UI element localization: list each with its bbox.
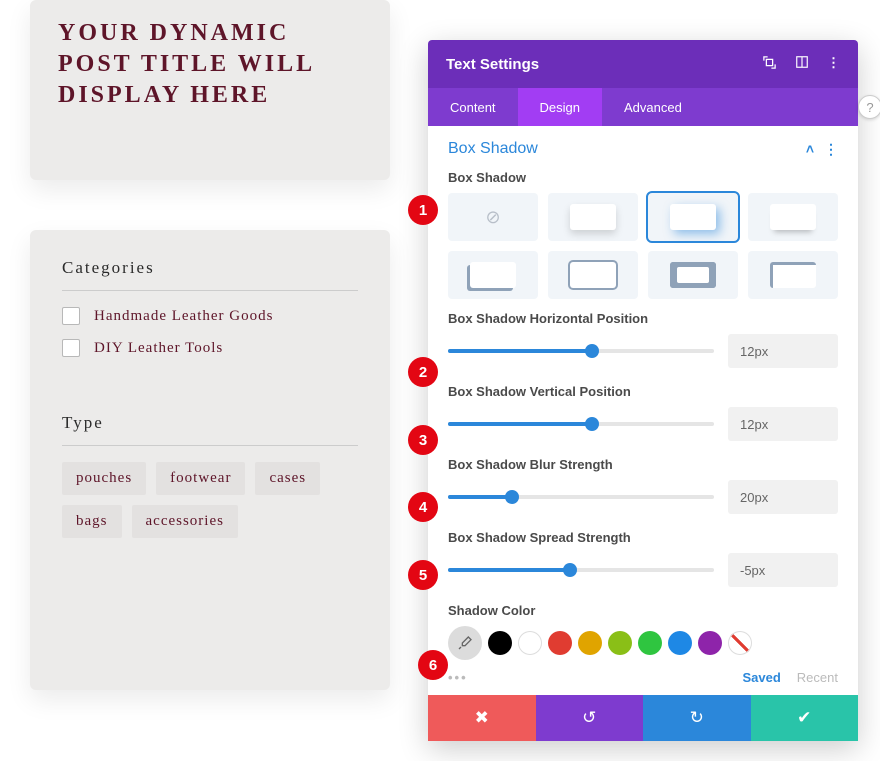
chevron-up-icon[interactable]: ˄	[806, 141, 814, 157]
more-icon[interactable]: •••	[448, 670, 468, 685]
sidebar-card: Categories Handmade Leather Goods DIY Le…	[30, 230, 390, 690]
preset-grid: ⊘	[448, 193, 838, 299]
none-icon: ⊘	[485, 207, 500, 228]
tag-list: pouches footwear cases bags accessories	[62, 462, 358, 538]
annotation-badge: 6	[418, 650, 448, 680]
tab-content[interactable]: Content	[428, 88, 518, 126]
close-icon: ✖	[475, 708, 489, 728]
settings-panel: Text Settings ⋮ Content Design Advanced …	[428, 40, 858, 741]
column-icon[interactable]	[795, 55, 809, 73]
panel-body: Box Shadow ˄ ⋮ Box Shadow ⊘ Box Shadow H…	[428, 126, 858, 695]
category-row[interactable]: Handmade Leather Goods	[62, 307, 358, 325]
check-icon: ✔	[797, 708, 811, 728]
panel-header[interactable]: Text Settings ⋮	[428, 40, 858, 88]
kebab-icon[interactable]: ⋮	[824, 141, 838, 158]
slider-track[interactable]	[448, 495, 714, 499]
eyedropper-button[interactable]	[448, 626, 482, 660]
annotation-badge: 2	[408, 357, 438, 387]
tab-design[interactable]: Design	[518, 88, 602, 126]
swatch-row	[448, 626, 838, 660]
divider	[62, 290, 358, 291]
category-label: DIY Leather Tools	[94, 340, 223, 357]
type-heading: Type	[62, 413, 358, 433]
panel-tabs: Content Design Advanced	[428, 88, 858, 126]
accordion-header[interactable]: Box Shadow ˄ ⋮	[448, 140, 838, 158]
redo-icon: ↻	[690, 708, 704, 728]
field-label: Box Shadow	[448, 170, 838, 185]
category-label: Handmade Leather Goods	[94, 308, 273, 325]
preset-none[interactable]: ⊘	[448, 193, 538, 241]
panel-title: Text Settings	[446, 56, 539, 73]
value-input[interactable]	[728, 334, 838, 368]
slider-row	[448, 553, 838, 587]
tag[interactable]: footwear	[156, 462, 245, 495]
panel-footer: ✖ ↺ ↻ ✔	[428, 695, 858, 741]
field-label: Box Shadow Horizontal Position	[448, 311, 838, 326]
post-title-card: YOUR DYNAMIC POST TITLE WILL DISPLAY HER…	[30, 0, 390, 180]
preset-option[interactable]	[448, 251, 538, 299]
preset-option[interactable]	[748, 251, 838, 299]
slider-track[interactable]	[448, 422, 714, 426]
redo-button[interactable]: ↻	[643, 695, 751, 741]
category-row[interactable]: DIY Leather Tools	[62, 339, 358, 357]
value-input[interactable]	[728, 480, 838, 514]
undo-icon: ↺	[582, 708, 596, 728]
help-icon[interactable]: ?	[858, 95, 880, 119]
divider	[62, 445, 358, 446]
tag[interactable]: bags	[62, 505, 122, 538]
expand-icon[interactable]	[762, 55, 777, 73]
slider-row	[448, 407, 838, 441]
color-swatch[interactable]	[638, 631, 662, 655]
preset-option[interactable]	[548, 251, 638, 299]
transparent-swatch[interactable]	[728, 631, 752, 655]
color-swatch[interactable]	[488, 631, 512, 655]
color-swatch[interactable]	[548, 631, 572, 655]
annotation-badge: 3	[408, 425, 438, 455]
color-swatch[interactable]	[668, 631, 692, 655]
cancel-button[interactable]: ✖	[428, 695, 536, 741]
confirm-button[interactable]: ✔	[751, 695, 859, 741]
color-swatch[interactable]	[578, 631, 602, 655]
color-swatch[interactable]	[608, 631, 632, 655]
preset-option[interactable]	[548, 193, 638, 241]
field-label: Box Shadow Spread Strength	[448, 530, 838, 545]
field-label: Shadow Color	[448, 603, 838, 618]
preset-option[interactable]	[648, 193, 738, 241]
checkbox[interactable]	[62, 307, 80, 325]
annotation-badge: 4	[408, 492, 438, 522]
tag[interactable]: cases	[255, 462, 320, 495]
saved-tab[interactable]: Saved	[742, 670, 780, 685]
section-title: Box Shadow	[448, 140, 538, 158]
slider-row	[448, 480, 838, 514]
preset-option[interactable]	[648, 251, 738, 299]
tag[interactable]: pouches	[62, 462, 146, 495]
categories-heading: Categories	[62, 258, 358, 278]
value-input[interactable]	[728, 407, 838, 441]
color-swatch[interactable]	[518, 631, 542, 655]
preset-option[interactable]	[748, 193, 838, 241]
value-input[interactable]	[728, 553, 838, 587]
annotation-badge: 1	[408, 195, 438, 225]
recent-tab[interactable]: Recent	[797, 670, 838, 685]
kebab-icon[interactable]: ⋮	[827, 55, 840, 73]
tab-advanced[interactable]: Advanced	[602, 88, 704, 126]
swatch-subbar: ••• Saved Recent	[448, 670, 838, 685]
slider-track[interactable]	[448, 349, 714, 353]
annotation-badge: 5	[408, 560, 438, 590]
field-label: Box Shadow Vertical Position	[448, 384, 838, 399]
post-title: YOUR DYNAMIC POST TITLE WILL DISPLAY HER…	[58, 18, 362, 112]
tag[interactable]: accessories	[132, 505, 238, 538]
slider-track[interactable]	[448, 568, 714, 572]
undo-button[interactable]: ↺	[536, 695, 644, 741]
color-swatch[interactable]	[698, 631, 722, 655]
field-label: Box Shadow Blur Strength	[448, 457, 838, 472]
checkbox[interactable]	[62, 339, 80, 357]
slider-row	[448, 334, 838, 368]
